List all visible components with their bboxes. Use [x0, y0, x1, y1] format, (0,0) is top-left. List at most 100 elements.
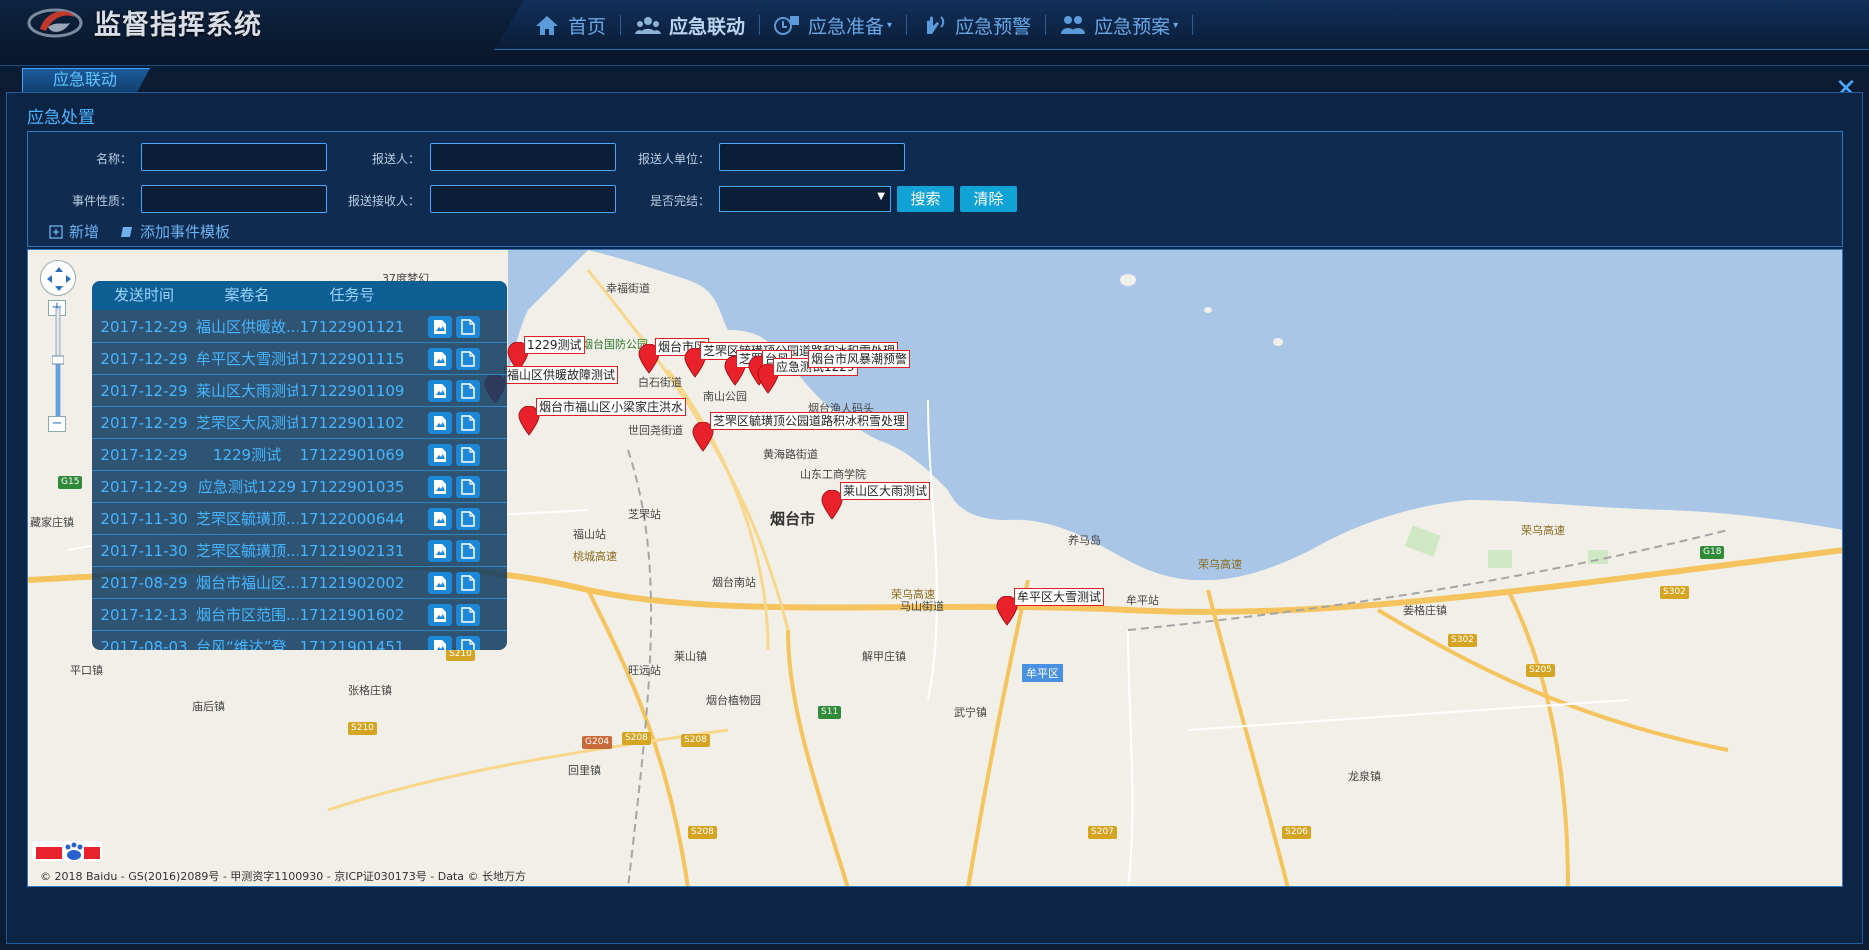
- nav-emergency-linkage[interactable]: 应急联动: [621, 0, 759, 50]
- row-case-name: 芝罘区大风测试: [196, 414, 298, 432]
- table-row[interactable]: 2017-12-29 福山区供暖故... 17122901121: [92, 311, 507, 343]
- table-row[interactable]: 2017-12-29 芝罘区大风测试 17122901102: [92, 407, 507, 439]
- receiver-input[interactable]: [430, 185, 616, 213]
- tab-emergency-linkage[interactable]: 应急联动: [22, 68, 150, 92]
- map-view[interactable]: 幸福街道 白石街道 南山公园 烟台渔人码头 世回尧街道 黄海路街道 山东工商学院…: [27, 249, 1843, 887]
- road-shield: G18: [1700, 546, 1725, 559]
- map-marker-label[interactable]: 芝罘区毓璜顶公园道路积冰积雪处理: [710, 412, 909, 430]
- row-case-name: 芝罘区毓璜顶...: [196, 542, 298, 560]
- row-case-name: 1229测试: [212, 446, 282, 464]
- row-task-id: 17122901121: [299, 318, 405, 336]
- dropdown-arrow-icon: ▼: [877, 191, 885, 202]
- add-template-label: 添加事件模板: [140, 223, 231, 241]
- row-task-id: 17122901109: [299, 382, 405, 400]
- reporter-input[interactable]: [430, 143, 616, 171]
- view-document-button[interactable]: [456, 476, 480, 498]
- warning-hand-icon: [927, 16, 945, 34]
- road-shield: S11: [818, 706, 842, 719]
- map-place: 牟平站: [1126, 594, 1159, 607]
- map-marker-label[interactable]: 福山区供暖故障测试: [504, 366, 619, 384]
- app-title: 监督指挥系统: [94, 9, 262, 41]
- view-image-button[interactable]: [428, 476, 452, 498]
- table-row[interactable]: 2017-12-29 牟平区大雪测试 17122901115: [92, 343, 507, 375]
- col-case-name: 案卷名: [224, 286, 270, 304]
- reporter-unit-input[interactable]: [719, 143, 905, 171]
- map-marker-label[interactable]: 1229测试: [524, 336, 585, 354]
- road-shield: S302: [1660, 586, 1689, 599]
- add-button[interactable]: 新增: [49, 221, 99, 242]
- finished-select[interactable]: ▼: [719, 186, 891, 212]
- finished-label: 是否完结：: [649, 194, 710, 208]
- nav-emergency-warning[interactable]: 应急预警: [907, 0, 1045, 50]
- view-image-button[interactable]: [428, 380, 452, 402]
- view-image-button[interactable]: [428, 604, 452, 626]
- view-image-button[interactable]: [428, 636, 452, 650]
- view-document-button[interactable]: [456, 316, 480, 338]
- nav-home[interactable]: 首页: [520, 0, 620, 50]
- clear-button[interactable]: 清除: [960, 186, 1017, 212]
- view-image-button[interactable]: [428, 316, 452, 338]
- table-row[interactable]: 2017-12-13 烟台市区范围... 17121901602: [92, 599, 507, 631]
- view-image-button[interactable]: [428, 348, 452, 370]
- nav-emergency-prep[interactable]: 应急准备 ▾: [760, 0, 906, 50]
- map-pan-control[interactable]: [40, 260, 76, 296]
- name-input[interactable]: [141, 143, 327, 171]
- add-template-button[interactable]: 添加事件模板: [120, 221, 230, 242]
- table-row[interactable]: 2017-12-29 莱山区大雨测试 17122901109: [92, 375, 507, 407]
- map-marker-label[interactable]: 牟平区大雪测试: [1014, 588, 1105, 606]
- table-row[interactable]: 2017-11-30 芝罘区毓璜顶... 17121902131: [92, 535, 507, 567]
- view-document-button[interactable]: [456, 572, 480, 594]
- view-image-button[interactable]: [428, 508, 452, 530]
- view-document-button[interactable]: [456, 348, 480, 370]
- row-date: 2017-12-13: [100, 606, 188, 624]
- group-icon: [635, 17, 662, 34]
- map-place: 回里镇: [568, 764, 601, 777]
- document-icon: [461, 607, 475, 623]
- map-marker-label[interactable]: 烟台市风暴潮预警: [808, 350, 911, 368]
- row-case-name: 台风“维达”登...: [196, 638, 298, 650]
- row-task-id: 17122901115: [299, 350, 405, 368]
- event-type-input[interactable]: [141, 185, 327, 213]
- view-document-button[interactable]: [456, 444, 480, 466]
- nav-divider: [1192, 15, 1194, 35]
- zoom-out-button[interactable]: −: [48, 416, 66, 432]
- name-label: 名称：: [95, 152, 132, 166]
- col-task-id: 任务号: [329, 286, 375, 304]
- view-image-button[interactable]: [428, 444, 452, 466]
- map-place: 旺远站: [628, 664, 661, 677]
- users-plan-icon: [1061, 16, 1086, 34]
- table-row[interactable]: 2017-08-03 台风“维达”登... 17121901451: [92, 631, 507, 650]
- table-row[interactable]: 2017-12-29 1229测试 17122901069: [92, 439, 507, 471]
- map-place: 烟台南站: [712, 576, 756, 589]
- table-row[interactable]: 2017-11-30 芝罘区毓璜顶... 17122000644: [92, 503, 507, 535]
- view-document-button[interactable]: [456, 380, 480, 402]
- table-row[interactable]: 2017-12-29 应急测试1229 17122901035: [92, 471, 507, 503]
- view-image-button[interactable]: [428, 412, 452, 434]
- emergency-prep-icon: [774, 16, 800, 35]
- event-type-label: 事件性质：: [71, 194, 132, 208]
- view-document-button[interactable]: [456, 540, 480, 562]
- row-date: 2017-12-29: [100, 478, 188, 496]
- top-bar: 监督指挥系统 首页 应急联动 应急准备 ▾ 应急预警 应急预案 ▾: [0, 0, 1869, 66]
- home-icon: [536, 16, 558, 35]
- view-image-button[interactable]: [428, 572, 452, 594]
- view-document-button[interactable]: [456, 412, 480, 434]
- row-case-name: 烟台市区范围...: [196, 606, 298, 624]
- map-marker-label[interactable]: 烟台市福山区小梁家庄洪水: [536, 398, 687, 416]
- map-place: 莱山镇: [674, 650, 707, 663]
- row-case-name: 应急测试1229: [197, 478, 297, 496]
- map-marker-label[interactable]: 莱山区大雨测试: [840, 482, 931, 500]
- view-document-button[interactable]: [456, 604, 480, 626]
- reporter-unit-label: 报送人单位：: [637, 152, 710, 166]
- view-image-button[interactable]: [428, 540, 452, 562]
- search-button[interactable]: 搜索: [897, 186, 954, 212]
- page-title: 应急处置: [27, 108, 95, 128]
- row-date: 2017-12-29: [100, 318, 188, 336]
- view-document-button[interactable]: [456, 508, 480, 530]
- document-icon: [461, 511, 475, 527]
- view-document-button[interactable]: [456, 636, 480, 650]
- table-row[interactable]: 2017-08-29 烟台市福山区... 17121902002: [92, 567, 507, 599]
- map-place: 养马岛: [1068, 534, 1101, 547]
- zoom-slider[interactable]: [52, 308, 64, 432]
- nav-emergency-plan[interactable]: 应急预案 ▾: [1046, 0, 1192, 50]
